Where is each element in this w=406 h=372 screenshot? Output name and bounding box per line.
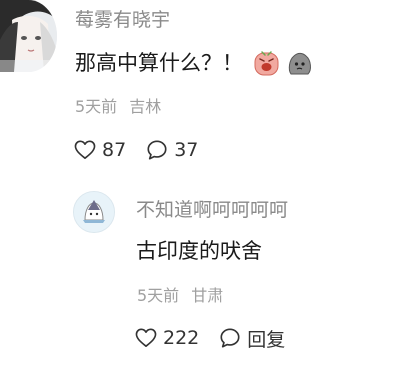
avatar[interactable] [0,0,57,72]
reply-avatar[interactable] [73,191,115,233]
like-count: 87 [102,139,127,161]
reply-meta: 5天前 甘肃 [137,284,223,308]
like-button[interactable]: 87 [74,139,126,161]
reply-username[interactable]: 不知道啊呵呵呵呵 [136,196,288,224]
angry-face-emoji-icon [253,50,280,77]
heart-outline-icon [74,140,96,159]
location: 吉林 [129,97,162,116]
reply-count: 37 [174,139,199,161]
sad-rock-emoji-icon [286,50,313,77]
comment-actions: 87 37 [74,135,198,165]
comment-meta: 5天前 吉林 [75,95,161,119]
speech-bubble-icon [220,328,240,348]
reply-timestamp: 5天前 [137,286,180,305]
username[interactable]: 莓雾有晓宇 [75,6,170,34]
comment-text-body: 那高中算什么？！ [75,51,243,75]
reply-text: 古印度的吠舍 [136,239,262,263]
reply-like-button[interactable]: 222 [135,327,199,349]
reply-button[interactable]: 回复 [219,325,285,352]
reply-location: 甘肃 [191,286,224,305]
reply-count-button[interactable]: 37 [146,139,198,161]
cartoon-character-avatar-icon [74,192,114,232]
reply-label: 回复 [247,328,286,351]
speech-bubble-icon [147,140,167,160]
anime-girl-avatar-icon [0,0,57,72]
heart-outline-icon [135,328,157,347]
comment-text: 那高中算什么？！ [75,48,313,78]
comment-thread: 莓雾有晓宇 那高中算什么？！ 5天前 吉林 87 37 不知道啊呵呵呵呵 古印度… [0,0,406,372]
reply-actions: 222 回复 [135,323,285,353]
reply-like-count: 222 [163,327,200,349]
timestamp: 5天前 [75,97,118,116]
